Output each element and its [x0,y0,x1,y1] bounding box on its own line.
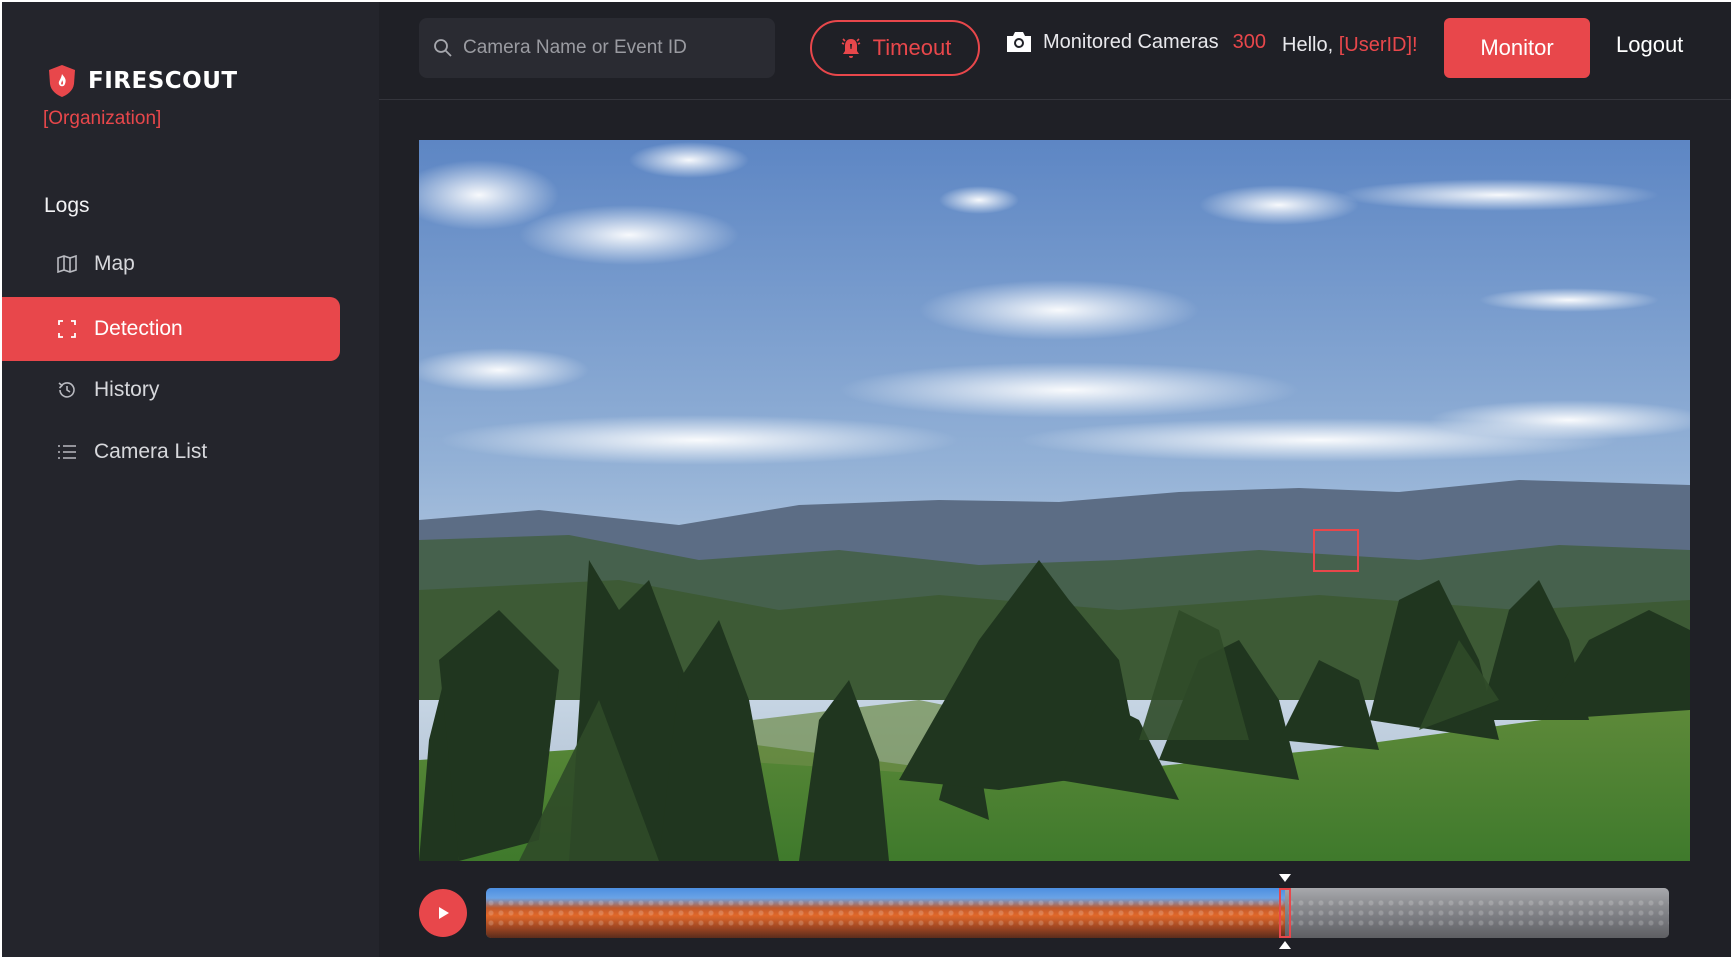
sidebar: FIRESCOUT [Organization] Logs Map Detect… [2,2,379,957]
timeline-playhead[interactable] [1279,888,1291,938]
sidebar-item-label: Camera List [94,440,208,463]
timeline-thumbnails [486,898,1669,928]
search-input[interactable] [463,37,763,59]
landscape-image [419,140,1690,861]
sidebar-item-camera-list[interactable]: Camera List [2,420,340,484]
playhead-marker-top-icon [1279,874,1291,882]
sidebar-item-label: Map [94,252,135,275]
sidebar-item-label: History [94,378,160,401]
camera-icon [1007,32,1031,52]
map-icon [56,253,78,275]
detection-bounding-box[interactable] [1313,529,1359,572]
sidebar-item-label: Detection [94,317,183,340]
organization-name: [Organization] [43,108,162,129]
timeout-button[interactable]: Timeout [810,20,980,76]
sidebar-item-detection[interactable]: Detection [2,297,340,361]
focus-frame-icon [56,318,78,340]
monitored-label: Monitored Cameras [1043,30,1219,53]
play-button[interactable] [419,889,467,937]
brand-name: FIRESCOUT [88,68,238,94]
top-bar: Timeout Monitored Cameras 300 Hello, [Us… [379,2,1731,100]
main-content: Timeout Monitored Cameras 300 Hello, [Us… [379,2,1731,957]
monitored-cameras: Monitored Cameras 300 [1005,30,1266,54]
greeting-prefix: Hello, [1282,34,1334,56]
search-icon [434,39,452,57]
sidebar-item-map[interactable]: Map [2,232,340,296]
alarm-bell-icon [841,38,861,58]
monitor-button[interactable]: Monitor [1444,18,1590,78]
history-clock-icon [56,379,78,401]
camera-feed[interactable] [419,140,1690,861]
greeting: Hello, [UserID]! [1282,34,1418,57]
monitored-count: 300 [1232,30,1266,53]
playhead-marker-bottom-icon [1279,941,1291,949]
list-icon [56,441,78,463]
logout-button[interactable]: Logout [1616,32,1683,58]
search-box[interactable] [419,18,775,78]
user-id: [UserID]! [1338,34,1418,56]
app-root: FIRESCOUT [Organization] Logs Map Detect… [0,0,1733,961]
firescout-logo-icon [49,65,75,97]
timeline-scrubber[interactable] [486,888,1669,938]
play-icon [439,907,449,919]
sidebar-item-history[interactable]: History [2,358,340,422]
brand-logo[interactable]: FIRESCOUT [46,64,238,98]
logs-heading: Logs [44,194,90,217]
timeout-label: Timeout [872,35,952,60]
